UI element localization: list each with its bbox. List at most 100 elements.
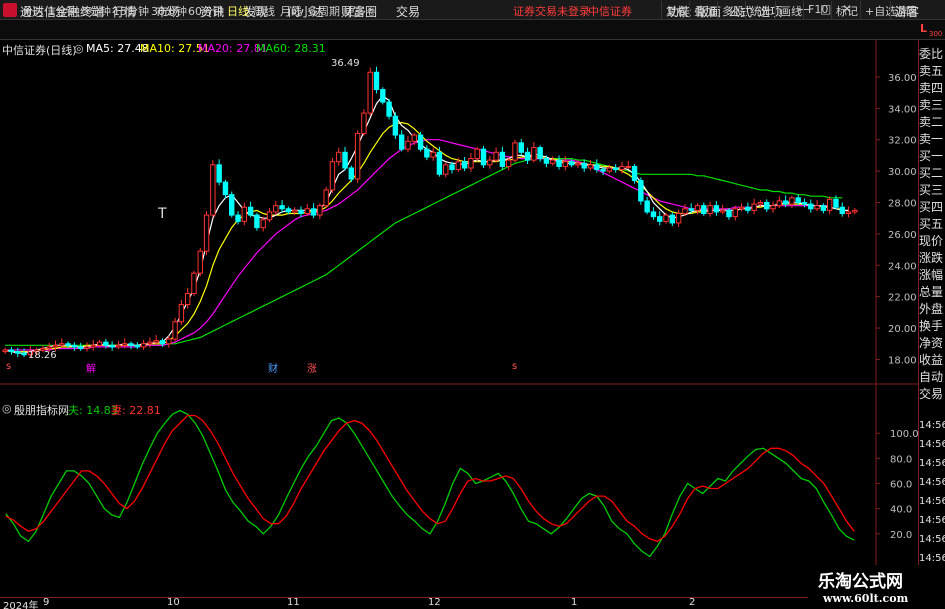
candle-body <box>128 343 134 346</box>
tab-monthly[interactable]: 月线 <box>280 3 302 19</box>
quote-field-label[interactable]: 自动 <box>919 368 945 385</box>
candle-body <box>575 162 581 166</box>
candle-body <box>398 134 405 150</box>
y-tick-label: 24.00 <box>888 261 917 272</box>
candle-body <box>833 198 839 208</box>
y-tick-label: 28.00 <box>888 199 917 210</box>
candle-body <box>663 214 669 222</box>
multi-stock-button[interactable]: 多股 <box>717 1 748 19</box>
candle-body <box>581 162 587 169</box>
quote-field-label: 收益 <box>919 353 944 367</box>
legend-toggle-icon[interactable]: ◎ <box>74 42 84 55</box>
chart-area[interactable]: 18.00 20.00 22.00 24.00 26.00 28.00 30.00 32.00… <box>0 40 918 597</box>
sub-y-tick-label: 20.0 <box>890 530 912 541</box>
quote-field-label: 买二 <box>919 166 944 180</box>
tick-time: 14:56 <box>919 534 945 545</box>
tab-60min[interactable]: 60分钟 <box>188 3 224 19</box>
candle-body <box>203 214 210 252</box>
back-button[interactable]: 返回 <box>890 1 921 19</box>
tab-weekly[interactable]: 周线 <box>253 3 275 19</box>
corner-badge-letter: L <box>920 22 928 35</box>
tab-15min[interactable]: 15分钟 <box>113 3 149 19</box>
candle-body <box>367 71 373 114</box>
tab-5min[interactable]: 5分钟 <box>82 3 111 19</box>
menu-jiaoyi[interactable]: 交易 <box>396 3 420 20</box>
overlay-button[interactable]: 叠加 <box>689 1 720 19</box>
candle-body <box>612 167 619 171</box>
candle-body <box>657 216 663 222</box>
candle-body <box>273 205 279 213</box>
tab-more[interactable]: 更多 <box>344 3 366 19</box>
tab-daily[interactable]: 日线 <box>227 3 249 19</box>
cai-marker[interactable]: 财 <box>268 360 278 375</box>
y-tick-label: 20.00 <box>888 324 917 335</box>
fuquan-button[interactable]: 复权 <box>661 1 692 19</box>
chevron-right-icon[interactable]: › <box>368 3 372 16</box>
quote-field-label: 卖四 <box>919 81 944 95</box>
x-label-dec: 12 <box>428 597 441 608</box>
candle-body <box>826 198 833 211</box>
candle-body <box>480 148 487 166</box>
s-marker-1[interactable]: s <box>6 361 11 372</box>
candle-body <box>140 343 147 348</box>
candle-body <box>166 338 172 345</box>
stats-button[interactable]: 统计 <box>745 1 776 19</box>
fu-line <box>5 409 855 558</box>
s-marker-2[interactable]: s <box>512 361 517 372</box>
y-tick-label: 36.00 <box>888 73 917 84</box>
candle-body <box>52 344 59 348</box>
tab-fenshi[interactable]: 分时 <box>22 3 44 19</box>
candle-body <box>455 161 462 171</box>
quote-field-label: 总量 <box>919 285 944 299</box>
mark-button[interactable]: 标记 <box>831 1 862 19</box>
zhang-marker[interactable]: 涨 <box>307 360 317 375</box>
candle-body <box>512 142 518 161</box>
candle-body <box>122 343 128 346</box>
candle-body <box>644 200 650 213</box>
f10-button[interactable]: F10 <box>803 1 832 19</box>
quote-field-label: 买四 <box>919 200 944 214</box>
candle-body <box>789 197 795 205</box>
candle-body <box>751 203 757 211</box>
y-tick-label: 22.00 <box>888 293 917 304</box>
candle-body <box>159 340 166 345</box>
ma60-legend: MA60: 28.31 <box>256 42 326 55</box>
candle-body <box>518 142 524 153</box>
candle-body <box>210 164 216 216</box>
candle-body <box>669 214 676 224</box>
candle-body <box>291 209 298 213</box>
candle-body <box>600 169 606 172</box>
quote-field-label[interactable]: 交易 <box>919 385 945 402</box>
candle-body <box>8 349 15 353</box>
watermark-title: 乐淘公式网 <box>818 572 903 592</box>
candle-body <box>764 202 770 210</box>
candle-body <box>323 189 329 207</box>
candle-body <box>499 151 506 167</box>
y-tick-label: 30.00 <box>888 167 917 178</box>
quote-field-label: 涨跌 <box>919 251 944 265</box>
tick-time: 14:56 <box>919 553 945 564</box>
candle-body <box>726 209 732 218</box>
candle-body <box>638 180 644 202</box>
low-annotation: 18.26 <box>28 350 57 361</box>
candle-body <box>178 304 185 323</box>
tab-1min[interactable]: 1分钟 <box>48 3 77 19</box>
candle-body <box>675 213 682 224</box>
ma60-line <box>5 157 843 346</box>
tab-multi-period[interactable]: 多周期 <box>307 3 340 19</box>
candle-body <box>852 209 858 213</box>
candle-body <box>373 71 380 91</box>
jie-marker[interactable]: 解 <box>86 360 96 375</box>
tick-time: 14:56 <box>919 439 945 450</box>
t-marker: T <box>158 206 167 222</box>
candle-body <box>392 115 399 136</box>
broker-name[interactable]: 中信证券 <box>588 3 632 19</box>
login-status[interactable]: 证券交易未登录 <box>513 3 590 19</box>
tab-30min[interactable]: 30分钟 <box>151 3 187 19</box>
candle-body <box>757 202 764 205</box>
candle-body <box>776 200 783 207</box>
candle-body <box>336 151 342 163</box>
candle-body <box>556 159 562 167</box>
draw-line-button[interactable]: 画线 <box>775 1 806 19</box>
sub-toggle-icon[interactable]: ◎ <box>2 402 12 415</box>
